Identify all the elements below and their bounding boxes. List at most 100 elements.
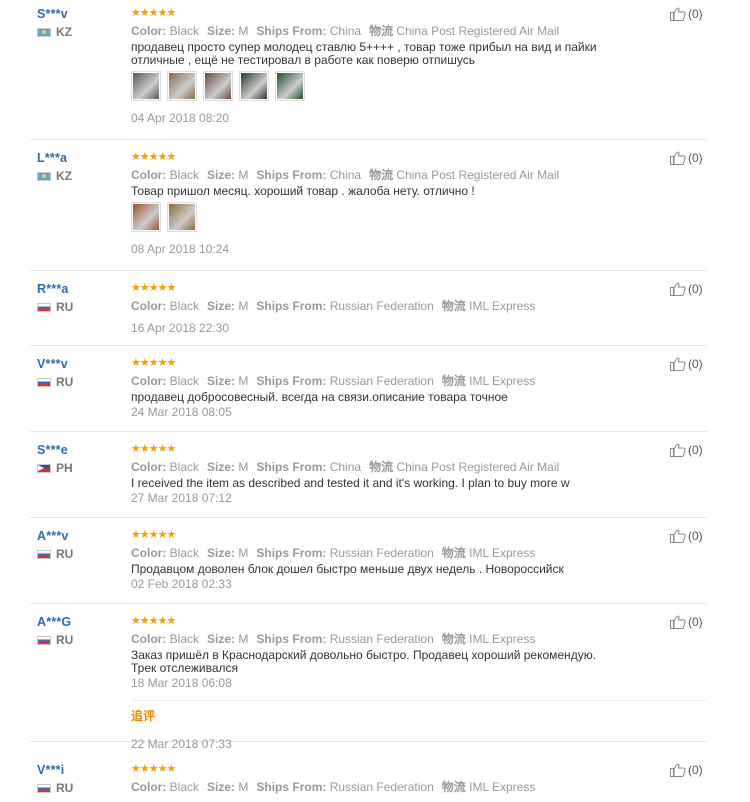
size-label: Size: <box>207 632 239 646</box>
country-code: RU <box>56 633 74 647</box>
ships-from-value: Russian Federation <box>329 546 434 560</box>
reviewer-name: S***v <box>37 7 68 21</box>
size-label: Size: <box>207 299 239 313</box>
review-body: ★★★★★ Color: Black Size: M Ships From: Chin… <box>131 6 611 125</box>
ships-from-label: Ships From: <box>256 168 330 182</box>
order-attributes: Color: Black Size: M Ships From: China 物流 C… <box>131 166 611 184</box>
ships-from-label: Ships From: <box>256 24 330 38</box>
color-value: Black <box>169 632 200 646</box>
country-flag-icon <box>37 377 51 387</box>
size-value: M <box>238 546 249 560</box>
order-attributes: Color: Black Size: M Ships From: Russian F… <box>131 630 611 648</box>
color-value: Black <box>169 168 200 182</box>
helpful-button[interactable]: (0) <box>670 150 703 166</box>
reviewer-country: RU <box>37 781 127 795</box>
helpful-button[interactable]: (0) <box>670 6 703 22</box>
helpful-button[interactable]: (0) <box>670 442 703 458</box>
review-body: ★★★★★ Color: Black Size: M Ships From: Chin… <box>131 150 611 256</box>
review-photo-thumbnail[interactable] <box>239 71 269 101</box>
feedback-text: Продавцом доволен блок дошел быстро мень… <box>131 562 564 576</box>
size-value: M <box>238 374 249 388</box>
review-body: ★★★★★ Color: Black Size: M Ships From: Russ… <box>131 614 707 751</box>
review-photo-thumbnail[interactable] <box>275 71 305 101</box>
shipping-label: 物流 <box>441 632 470 646</box>
helpful-button[interactable]: (0) <box>670 614 703 630</box>
star-rating: ★★★★★ <box>131 615 176 627</box>
reviewer-info: A***G RU <box>37 614 127 647</box>
review-photo-thumbnail[interactable] <box>167 71 197 101</box>
star-rating: ★★★★★ <box>131 443 176 455</box>
review-date: 04 Apr 2018 08:20 <box>131 111 230 125</box>
helpful-button[interactable]: (0) <box>670 356 703 372</box>
size-label: Size: <box>207 168 239 182</box>
reviewer-country: KZ <box>37 169 127 183</box>
reviewer-name: V***i <box>37 763 65 777</box>
reviewer-info: A***v RU <box>37 528 127 561</box>
reviewer-info: V***v RU <box>37 356 127 389</box>
reviewer-country: RU <box>37 547 127 561</box>
helpful-button[interactable]: (0) <box>670 528 703 544</box>
color-label: Color: <box>131 168 170 182</box>
review-item: R***a RU ★★★★★ Color: Black Size: M Ships Fro… <box>30 281 707 346</box>
feedback-text: продавец просто супер молодец ставлю 5++… <box>131 40 597 67</box>
helpful-count: (0) <box>688 357 703 371</box>
thumbs-up-icon <box>670 282 686 296</box>
helpful-count: (0) <box>688 282 703 296</box>
thumbs-up-icon <box>670 763 686 777</box>
review-body: ★★★★★ Color: Black Size: M Ships From: Russ… <box>131 356 611 419</box>
review-item: S***v KZ ★★★★★ Color: Black Size: M Ships Fro… <box>30 6 707 140</box>
additional-feedback-label: 追评 <box>131 709 156 723</box>
shipping-value: IML Express <box>469 299 536 313</box>
reviewer-name: L***a <box>37 151 68 165</box>
review-date: 16 Apr 2018 22:30 <box>131 321 230 335</box>
review-body: ★★★★★ Color: Black Size: M Ships From: Russ… <box>131 762 611 796</box>
review-photo-thumbnail[interactable] <box>167 202 197 232</box>
reviewer-country: RU <box>37 300 127 314</box>
size-value: M <box>238 299 249 313</box>
country-flag-icon <box>37 549 51 559</box>
country-code: KZ <box>56 169 72 183</box>
color-value: Black <box>169 460 200 474</box>
country-flag-icon <box>37 27 51 37</box>
ships-from-label: Ships From: <box>256 632 330 646</box>
review-date: 18 Mar 2018 06:08 <box>131 676 232 690</box>
color-label: Color: <box>131 460 170 474</box>
review-photo-thumbnail[interactable] <box>203 71 233 101</box>
country-flag-icon <box>37 463 51 473</box>
review-item: L***a KZ ★★★★★ Color: Black Size: M Ships Fro… <box>30 150 707 271</box>
helpful-button[interactable]: (0) <box>670 762 703 778</box>
reviewer-name: S***e <box>37 443 68 457</box>
thumbs-up-icon <box>670 443 686 457</box>
shipping-label: 物流 <box>369 24 397 38</box>
reviewer-info: V***i RU <box>37 762 127 795</box>
review-item: S***e PH ★★★★★ Color: Black Size: M Ships Fro… <box>30 442 707 518</box>
star-rating: ★★★★★ <box>131 763 176 775</box>
order-attributes: Color: Black Size: M Ships From: Russian F… <box>131 372 611 390</box>
country-code: KZ <box>56 25 72 39</box>
reviewer-name: A***G <box>37 615 72 629</box>
ships-from-value: China <box>329 168 362 182</box>
color-value: Black <box>169 299 200 313</box>
country-code: PH <box>56 461 73 475</box>
helpful-count: (0) <box>688 529 703 543</box>
helpful-button[interactable]: (0) <box>670 281 703 297</box>
review-item: A***G RU ★★★★★ Color: Black Size: M Ships Fro… <box>30 614 707 751</box>
review-date: 02 Feb 2018 02:33 <box>131 577 232 591</box>
size-label: Size: <box>207 374 239 388</box>
reviewer-country: KZ <box>37 25 127 39</box>
reviewer-country: RU <box>37 633 127 647</box>
thumbs-up-icon <box>670 151 686 165</box>
color-label: Color: <box>131 374 170 388</box>
size-label: Size: <box>207 546 239 560</box>
review-photo-thumbnail[interactable] <box>131 71 161 101</box>
reviewer-name: V***v <box>37 357 68 371</box>
shipping-label: 物流 <box>369 460 397 474</box>
shipping-label: 物流 <box>441 299 470 313</box>
review-photos <box>131 71 611 101</box>
reviewer-info: S***e PH <box>37 442 127 475</box>
reviewer-name: R***a <box>37 282 69 296</box>
size-label: Size: <box>207 780 239 794</box>
reviewer-country: PH <box>37 461 127 475</box>
review-photo-thumbnail[interactable] <box>131 202 161 232</box>
ships-from-label: Ships From: <box>256 546 330 560</box>
